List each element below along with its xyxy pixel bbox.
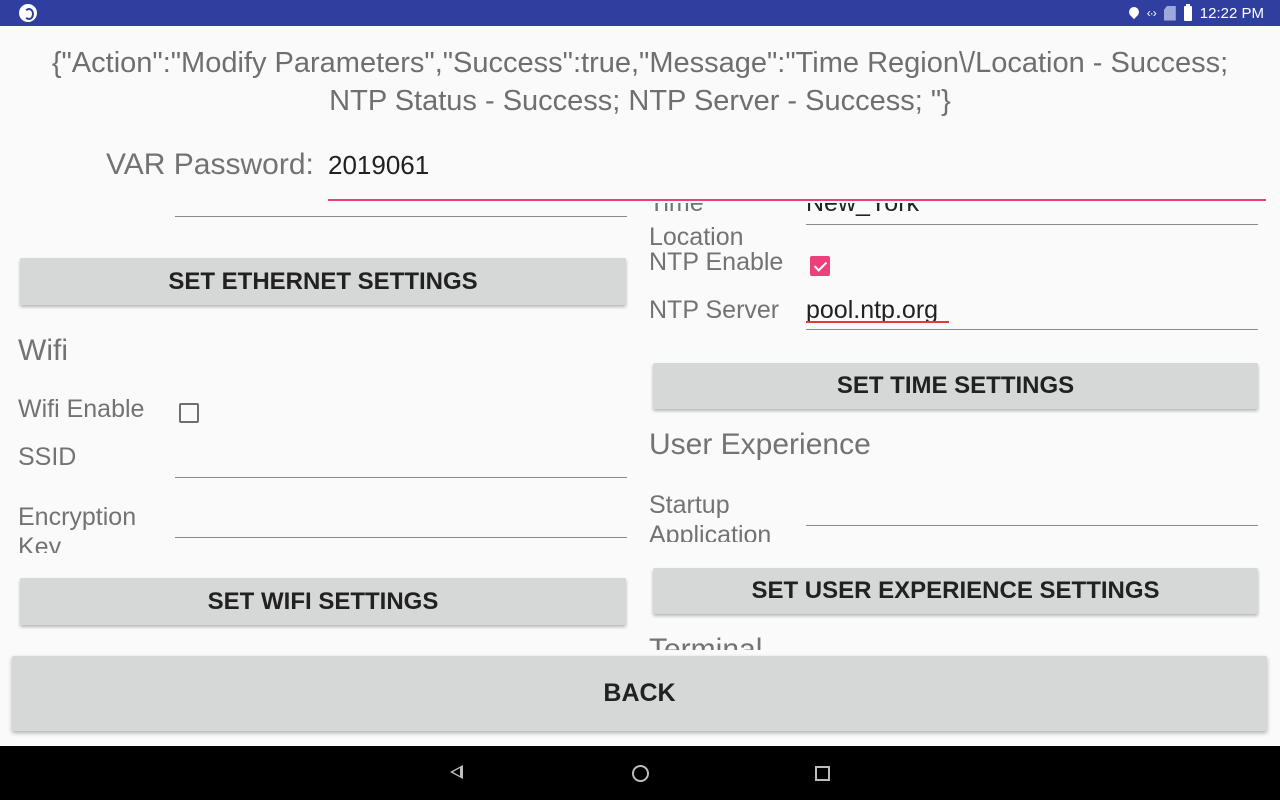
password-input[interactable]: 2019061 (328, 150, 429, 181)
startup-application-underline (806, 525, 1258, 526)
encryption-key-label-line1: Encryption (18, 503, 137, 531)
spellcheck-underline (806, 321, 949, 323)
status-bar: ‹·› 12:22 PM (0, 0, 1280, 26)
location-label-clip: Location (649, 223, 744, 247)
status-icons: ‹·› 12:22 PM (1129, 0, 1264, 26)
encryption-key-label-clip: Key (18, 533, 61, 553)
encryption-key-label-line2: Key (18, 533, 62, 553)
wifi-section-title: Wifi (18, 334, 68, 367)
status-time: 12:22 PM (1199, 4, 1264, 22)
startup-application-label-line1: Startup (649, 491, 730, 519)
location-icon (1129, 7, 1139, 20)
terminal-section-title: Terminal (649, 633, 763, 650)
no-sim-icon (1163, 5, 1176, 21)
data-transfer-icon: ‹·› (1146, 6, 1157, 20)
wifi-enable-checkbox[interactable] (179, 403, 199, 423)
terminal-section-clip: Terminal (649, 633, 762, 650)
startup-application-label-line2: Application (649, 521, 772, 542)
ntp-server-label: NTP Server (649, 296, 780, 324)
set-ethernet-settings-button[interactable]: SET ETHERNET SETTINGS (20, 258, 626, 305)
ntp-enable-checkbox[interactable] (810, 256, 830, 276)
ntp-server-underline (806, 329, 1258, 330)
location-label: Location (649, 223, 744, 247)
wifi-enable-label: Wifi Enable (18, 395, 145, 423)
back-button[interactable]: BACK (12, 656, 1267, 731)
time-location-value-clip: New_York (806, 203, 919, 217)
nav-recents-icon[interactable] (815, 766, 830, 781)
password-underline (328, 199, 1266, 201)
encryption-key-underline (175, 537, 627, 538)
battery-icon (1183, 3, 1192, 21)
password-label: VAR Password: (106, 148, 314, 181)
startup-application-label-clip: Application (649, 521, 771, 542)
ethernet-field-underline (175, 216, 627, 217)
user-experience-section-title: User Experience (649, 428, 871, 461)
nav-back-icon[interactable] (450, 765, 463, 779)
time-location-input[interactable]: New_York (806, 203, 919, 217)
ssid-label: SSID (18, 443, 77, 471)
ntp-enable-label: NTP Enable (649, 248, 784, 276)
nav-home-icon[interactable] (632, 765, 649, 782)
set-time-settings-button[interactable]: SET TIME SETTINGS (653, 363, 1258, 409)
time-location-underline (806, 224, 1258, 225)
set-wifi-settings-button[interactable]: SET WIFI SETTINGS (20, 578, 626, 625)
time-location-label-top-clip: Time (649, 203, 704, 219)
set-user-experience-settings-button[interactable]: SET USER EXPERIENCE SETTINGS (653, 568, 1258, 614)
settings-scroll-area[interactable]: SET ETHERNET SETTINGS Wifi Wifi Enable S… (0, 203, 1280, 650)
ssid-underline (175, 477, 627, 478)
response-message: {"Action":"Modify Parameters","Success":… (51, 47, 1229, 117)
time-label: Time (649, 203, 704, 217)
app-notification-icon (19, 4, 37, 22)
